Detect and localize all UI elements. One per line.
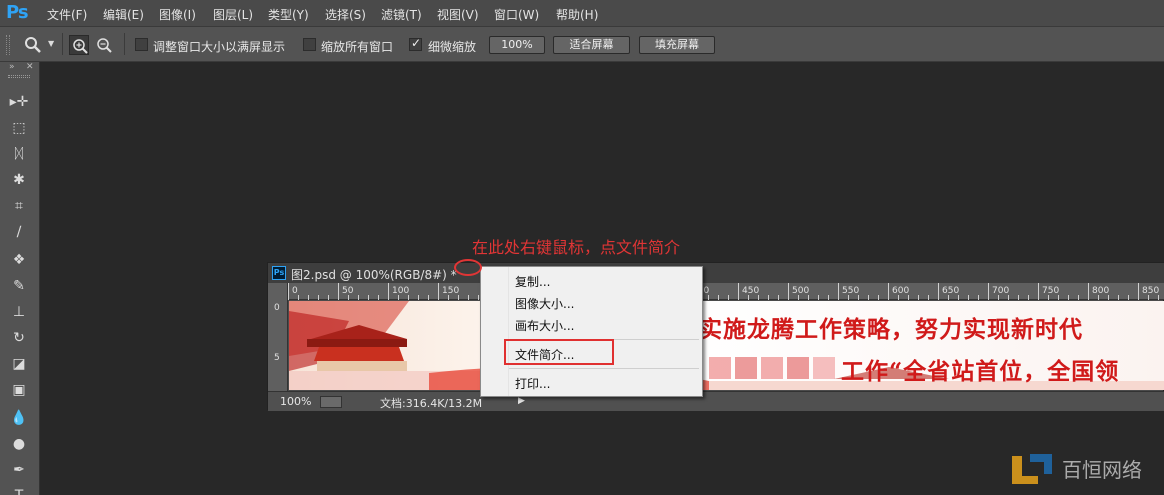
ruler-label: 0	[274, 303, 280, 313]
ruler-label: 100	[392, 286, 410, 296]
fill-screen-button[interactable]: 填充屏幕	[639, 36, 715, 54]
separator	[124, 33, 125, 55]
lasso-tool-icon[interactable]: ᛞ	[8, 144, 30, 164]
document-ps-icon: Ps	[272, 266, 286, 280]
vertical-ruler[interactable]: 0 5	[268, 283, 288, 391]
menu-filter[interactable]: 滤镜(T)	[381, 6, 422, 23]
annotation-ellipse	[454, 259, 482, 276]
toolbox-grip[interactable]	[8, 75, 30, 78]
resize-windows-label: 调整窗口大小以满屏显示	[153, 40, 286, 54]
history-brush-icon[interactable]: ↻	[8, 328, 30, 348]
ruler-label: 5	[274, 353, 280, 363]
menu-file[interactable]: 文件(F)	[47, 6, 87, 23]
actual-pixels-button[interactable]: 100%	[489, 36, 545, 54]
ruler-label: 150	[442, 286, 460, 296]
status-menu-arrow-icon[interactable]: ▶	[518, 396, 525, 406]
context-menu: 复制... 图像大小... 画布大小... 文件简介... 打印...	[480, 266, 703, 397]
zoom-level[interactable]: 100%	[280, 395, 311, 408]
move-tool-icon[interactable]: ▸✛	[8, 92, 30, 112]
expand-panel-icon[interactable]: »	[9, 62, 15, 72]
ruler-label: 0	[292, 286, 298, 296]
brush-tool-icon[interactable]: ✎	[8, 276, 30, 296]
blur-tool-icon[interactable]: 💧	[8, 408, 30, 428]
ruler-label: 800	[1092, 286, 1110, 296]
banner-subline: 工作“全省站首位，全国领	[841, 358, 1120, 385]
tool-preset-chevron-icon[interactable]: ▼	[48, 39, 54, 48]
watermark: 百恒网络	[1008, 450, 1158, 490]
ruler-label: 50	[342, 286, 354, 296]
document-size-info: 文档:316.4K/13.2M	[380, 397, 483, 410]
document-preview-icon[interactable]	[320, 396, 342, 408]
zoom-all-windows-checkbox[interactable]	[303, 38, 316, 51]
crop-tool-icon[interactable]: ⌗	[8, 196, 30, 216]
fit-screen-button[interactable]: 适合屏幕	[553, 36, 630, 54]
document-title[interactable]: 图2.psd @ 100%(RGB/8#) *	[291, 266, 457, 283]
menu-select[interactable]: 选择(S)	[325, 6, 366, 23]
document-tab[interactable]: Ps 图2.psd @ 100%(RGB/8#) *	[268, 263, 1164, 283]
separator	[62, 33, 63, 55]
ruler-label: 650	[942, 286, 960, 296]
menu-item-image-size[interactable]: 图像大小...	[515, 295, 574, 312]
document-canvas[interactable]: 实施龙腾工作策略，努力实现新时代 工作“全省站首位，全国领	[289, 301, 1164, 390]
zoom-in-icon[interactable]	[69, 35, 89, 55]
zoom-tool-icon[interactable]	[24, 36, 42, 54]
menu-window[interactable]: 窗口(W)	[494, 6, 539, 23]
gradient-tool-icon[interactable]: ▣	[8, 380, 30, 400]
menu-help[interactable]: 帮助(H)	[556, 6, 598, 23]
zoom-out-icon[interactable]	[94, 35, 114, 55]
menu-edit[interactable]: 编辑(E)	[103, 6, 144, 23]
scrubby-zoom-label: 细微缩放	[428, 40, 477, 54]
eyedropper-tool-icon[interactable]: ∕	[8, 222, 30, 242]
horizontal-ruler[interactable]: 0 50 100 150 200 250 300 350 400 450 500…	[288, 283, 1164, 300]
menu-bar: Ps 文件(F) 编辑(E) 图像(I) 图层(L) 类型(Y) 选择(S) 滤…	[0, 0, 1164, 27]
menu-type[interactable]: 类型(Y)	[268, 6, 309, 23]
type-tool-icon[interactable]: T	[8, 486, 30, 495]
ruler-label: 700	[992, 286, 1010, 296]
options-bar: ▼ 调整窗口大小以满屏显示 缩放所有窗口 细微缩放 100% 适合屏幕 填充屏幕	[0, 27, 1164, 62]
menu-gutter	[508, 267, 509, 396]
clone-stamp-icon[interactable]: ⊥	[8, 302, 30, 322]
ruler-label: 450	[742, 286, 760, 296]
zoom-all-windows-label: 缩放所有窗口	[321, 40, 394, 54]
photoshop-logo: Ps	[6, 2, 29, 23]
pen-tool-icon[interactable]: ✒	[8, 460, 30, 480]
close-panel-icon[interactable]: ✕	[26, 62, 34, 72]
document-window: Ps 图2.psd @ 100%(RGB/8#) * 0 50 100 150 …	[267, 262, 1164, 411]
magic-wand-icon[interactable]: ✱	[8, 170, 30, 190]
dodge-tool-icon[interactable]: ●	[8, 434, 30, 454]
ruler-ticks	[288, 283, 1159, 300]
resize-windows-checkbox[interactable]	[135, 38, 148, 51]
menu-image[interactable]: 图像(I)	[159, 6, 196, 23]
watermark-text: 百恒网络	[1062, 458, 1142, 482]
watermark-logo-icon	[1012, 454, 1052, 484]
menu-layer[interactable]: 图层(L)	[213, 6, 253, 23]
file-info-highlight-box	[504, 339, 614, 365]
instruction-annotation: 在此处右键鼠标，点文件简介	[472, 238, 681, 257]
ruler-label: 600	[892, 286, 910, 296]
menu-item-canvas-size[interactable]: 画布大小...	[515, 317, 574, 334]
menu-separator	[509, 368, 699, 369]
menu-item-duplicate[interactable]: 复制...	[515, 273, 550, 290]
ruler-label: 550	[842, 286, 860, 296]
eraser-tool-icon[interactable]: ◪	[8, 354, 30, 374]
ruler-label: 750	[1042, 286, 1060, 296]
document-status-bar: 100% 文档:316.4K/13.2M ▶	[268, 391, 1164, 411]
menu-item-print[interactable]: 打印...	[515, 375, 550, 392]
banner-headline: 实施龙腾工作策略，努力实现新时代	[699, 316, 1083, 343]
ruler-label: 500	[792, 286, 810, 296]
menu-view[interactable]: 视图(V)	[437, 6, 479, 23]
scrubby-zoom-checkbox[interactable]	[409, 36, 422, 51]
toolbox: » ✕ ▸✛ ⬚ ᛞ ✱ ⌗ ∕ ❖ ✎ ⊥ ↻ ◪ ▣ 💧 ● ✒ T	[0, 62, 40, 495]
options-grip[interactable]	[6, 35, 10, 55]
ruler-label: 850	[1142, 286, 1160, 296]
marquee-tool-icon[interactable]: ⬚	[8, 118, 30, 138]
healing-brush-icon[interactable]: ❖	[8, 250, 30, 270]
